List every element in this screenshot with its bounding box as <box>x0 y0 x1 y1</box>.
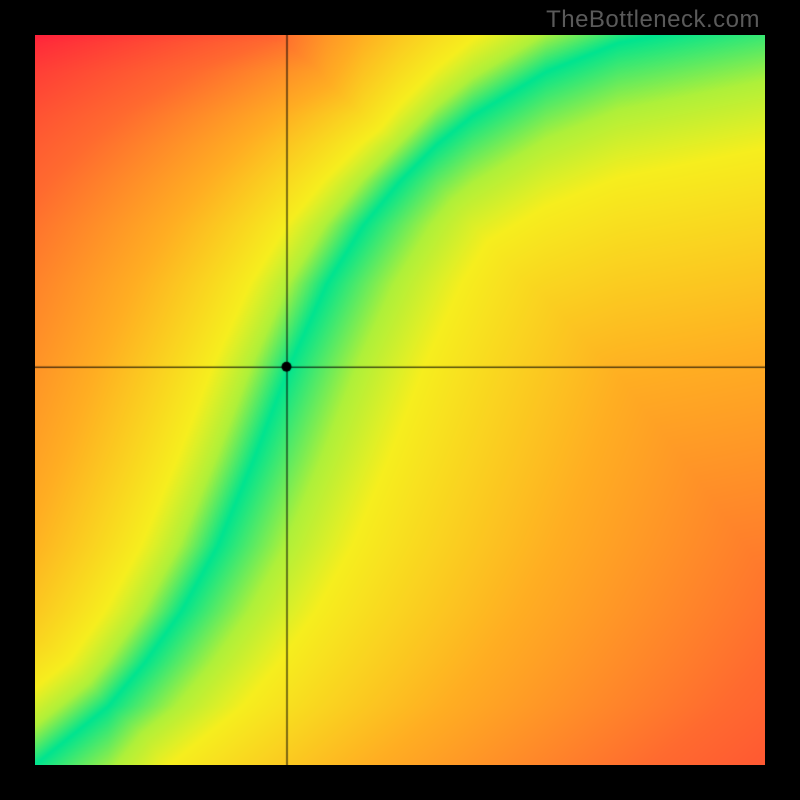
bottleneck-heatmap <box>35 35 765 765</box>
watermark-text: TheBottleneck.com <box>546 6 760 34</box>
chart-container: TheBottleneck.com <box>0 0 800 800</box>
